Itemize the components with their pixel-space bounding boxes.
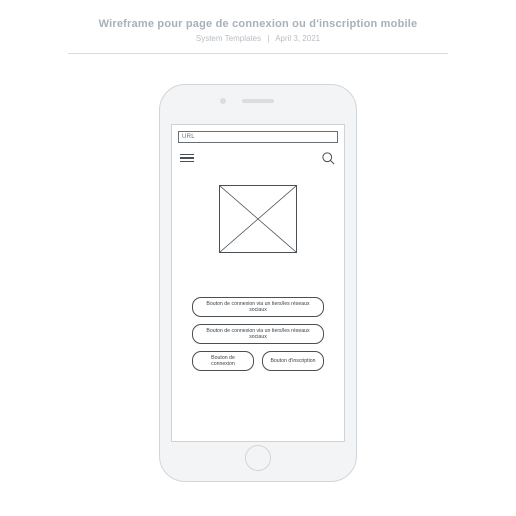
toolbar (180, 149, 336, 167)
page-subtitle: System Templates | April 3, 2021 (0, 34, 516, 43)
url-bar-label: URL (182, 134, 195, 140)
social-login-button-1[interactable]: Bouton de connexion via un tiers/les rés… (192, 297, 324, 317)
phone-speaker (242, 99, 274, 103)
image-placeholder (219, 185, 297, 253)
signup-button[interactable]: Bouton d'inscription (262, 351, 324, 371)
phone-frame: URL (159, 84, 357, 482)
button-row: Bouton de connexion Bouton d'inscription (192, 351, 324, 371)
hamburger-icon[interactable] (180, 154, 194, 163)
document-header: Wireframe pour page de connexion ou d'in… (0, 0, 516, 54)
meta-author: System Templates (196, 34, 261, 43)
login-button[interactable]: Bouton de connexion (192, 351, 254, 371)
search-icon[interactable] (321, 151, 336, 166)
phone-camera-dot (220, 98, 226, 104)
url-bar[interactable]: URL (178, 131, 338, 143)
header-rule (68, 53, 448, 54)
social-login-button-2[interactable]: Bouton de connexion via un tiers/les rés… (192, 324, 324, 344)
phone-home-button (245, 445, 271, 471)
button-group: Bouton de connexion via un tiers/les rés… (182, 297, 334, 371)
screen-content: Bouton de connexion via un tiers/les rés… (172, 167, 344, 441)
meta-separator: | (267, 34, 269, 43)
page-title: Wireframe pour page de connexion ou d'in… (0, 18, 516, 30)
meta-date: April 3, 2021 (275, 34, 320, 43)
phone-frame-container: URL (159, 84, 357, 482)
phone-screen: URL (171, 124, 345, 442)
